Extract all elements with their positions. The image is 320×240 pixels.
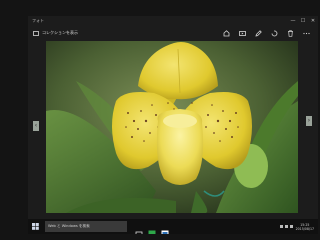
rotate-button[interactable] (271, 29, 278, 37)
photo-viewer[interactable] (46, 41, 298, 213)
start-button[interactable] (28, 219, 42, 234)
rotate-icon (271, 29, 278, 36)
view-collection-button[interactable]: コレクションを表示 (28, 30, 78, 36)
collection-icon (33, 30, 39, 36)
minimize-button[interactable]: — (288, 18, 298, 24)
view-collection-label: コレクションを表示 (42, 30, 78, 35)
previous-photo-arrow[interactable]: ‹ (33, 121, 39, 131)
store-app-icon[interactable] (148, 223, 156, 234)
notifications-icon[interactable] (289, 225, 293, 228)
delete-button[interactable] (287, 29, 294, 37)
slideshow-button[interactable] (239, 30, 246, 37)
app-title: フォト (32, 18, 44, 23)
window-controls: — ☐ ✕ (288, 18, 318, 24)
photos-app-taskbar-icon[interactable] (161, 223, 169, 234)
edit-button[interactable] (255, 29, 262, 37)
windows-logo-icon (31, 223, 39, 230)
slideshow-icon (239, 30, 246, 36)
system-tray: 15:25 2015/08/17 (279, 223, 318, 231)
photo-toolbar: コレクションを表示 (28, 26, 318, 40)
more-icon (303, 32, 310, 34)
close-button[interactable]: ✕ (308, 18, 318, 24)
taskbar-search-box[interactable]: Web と Windows を検索 (45, 221, 127, 232)
system-clock[interactable]: 15:25 2015/08/17 (296, 223, 314, 231)
delete-icon (288, 29, 293, 37)
share-icon (223, 29, 230, 36)
next-photo-arrow[interactable]: › (306, 116, 312, 126)
taskbar: Web と Windows を検索 15:25 2015/08/17 (28, 219, 318, 234)
orchid-photo (46, 41, 298, 213)
task-view-icon[interactable] (135, 223, 143, 234)
photos-app-window: フォト — ☐ ✕ コレクションを表示 ‹ › Web と Windows を検… (28, 16, 318, 234)
clock-date: 2015/08/17 (295, 226, 314, 231)
share-button[interactable] (223, 29, 230, 37)
volume-icon[interactable] (284, 225, 288, 228)
more-button[interactable] (303, 30, 310, 37)
title-bar: フォト — ☐ ✕ (28, 16, 318, 26)
network-icon[interactable] (279, 225, 283, 228)
edit-icon (255, 29, 262, 37)
maximize-button[interactable]: ☐ (298, 18, 308, 24)
